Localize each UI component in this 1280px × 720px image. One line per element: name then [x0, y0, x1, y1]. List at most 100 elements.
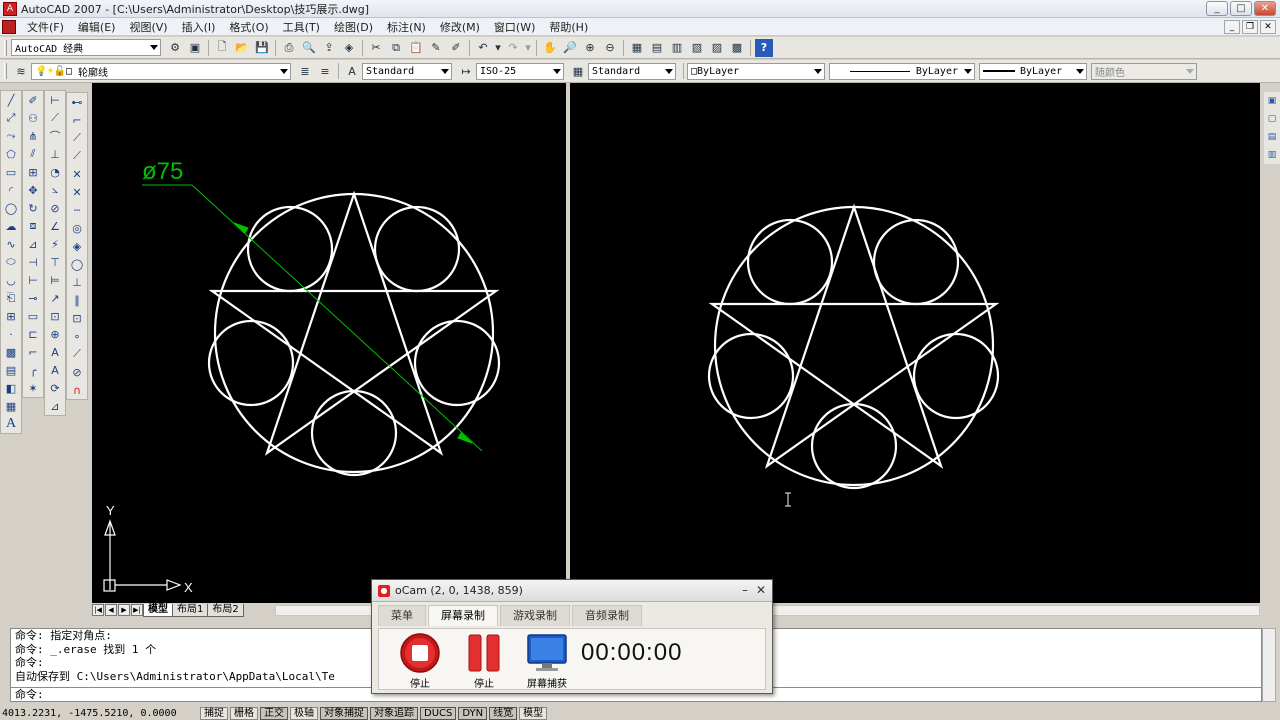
dim-edit-icon[interactable]: A: [46, 343, 64, 361]
snap-tangent-icon[interactable]: ◯: [68, 255, 86, 273]
match-properties-icon[interactable]: ✎: [427, 39, 445, 57]
menu-draw[interactable]: 绘图(D): [327, 19, 380, 35]
copy-icon[interactable]: ⧉: [387, 39, 405, 57]
radius-dim-icon[interactable]: ◔: [46, 163, 64, 181]
otrack-toggle[interactable]: 对象追踪: [370, 706, 418, 720]
rotate-icon[interactable]: ↻: [24, 199, 42, 217]
snap-extension-icon[interactable]: ┄: [68, 201, 86, 219]
array-icon[interactable]: ⊞: [24, 163, 42, 181]
trim-icon[interactable]: ⊣: [24, 253, 42, 271]
color-select[interactable]: □ ByLayer: [687, 62, 825, 80]
autocad-app-icon[interactable]: A: [3, 1, 17, 16]
spline-icon[interactable]: ∿: [2, 235, 20, 253]
text-style-select[interactable]: Standard: [362, 62, 452, 80]
ocam-close-icon[interactable]: ✕: [756, 583, 766, 597]
minimize-button[interactable]: _: [1206, 1, 1228, 16]
erase-icon[interactable]: ✐: [24, 91, 42, 109]
line-icon[interactable]: ╱: [2, 91, 20, 109]
inner-circle[interactable]: [810, 402, 898, 490]
inner-circle[interactable]: [310, 389, 398, 477]
tab-first-icon[interactable]: |◀: [92, 604, 104, 616]
ducs-toggle[interactable]: DUCS: [420, 706, 457, 720]
ocam-tab-audio-record[interactable]: 音频录制: [572, 605, 642, 626]
insert-block-icon[interactable]: ⎗: [2, 289, 20, 307]
open-file-icon[interactable]: 📂: [233, 39, 251, 57]
gradient-icon[interactable]: ▤: [2, 361, 20, 379]
tolerance-icon[interactable]: ⊡: [46, 307, 64, 325]
help-icon[interactable]: ?: [755, 38, 773, 57]
layer-previous-icon[interactable]: ≡: [316, 62, 334, 80]
table-style-icon[interactable]: ▦: [569, 62, 587, 80]
grid-toggle[interactable]: 栅格: [230, 706, 258, 720]
osnap-toggle[interactable]: 对象捕捉: [320, 706, 368, 720]
ocam-pause-button[interactable]: 停止: [459, 633, 509, 690]
snap-apparent-icon[interactable]: ✕: [68, 183, 86, 201]
ellipse-arc-icon[interactable]: ◡: [2, 271, 20, 289]
make-block-icon[interactable]: ⊞: [2, 307, 20, 325]
workspace-select[interactable]: AutoCAD 经典: [11, 39, 161, 56]
maximize-button[interactable]: □: [1230, 1, 1252, 16]
copy-object-icon[interactable]: ⚇: [24, 109, 42, 127]
document-icon[interactable]: [2, 19, 16, 34]
undo-icon[interactable]: ↶: [474, 39, 492, 57]
doc-minimize-button[interactable]: _: [1224, 20, 1240, 34]
snap-quadrant-icon[interactable]: ◈: [68, 237, 86, 255]
properties-icon[interactable]: ▦: [628, 39, 646, 57]
polar-toggle[interactable]: 极轴: [290, 706, 318, 720]
text-style-icon[interactable]: A: [343, 62, 361, 80]
viewport-left[interactable]: ø75 Y X: [92, 83, 566, 603]
quick-dim-icon[interactable]: ⚡: [46, 235, 64, 253]
linear-dim-icon[interactable]: ⊢: [46, 91, 64, 109]
save-file-icon[interactable]: 💾: [253, 39, 271, 57]
snap-center-icon[interactable]: ◎: [68, 219, 86, 237]
tab-prev-icon[interactable]: ◀: [105, 604, 117, 616]
doc-restore-button[interactable]: ❐: [1242, 20, 1258, 34]
jogged-dim-icon[interactable]: ⦣: [46, 181, 64, 199]
snap-from-icon[interactable]: ⌐: [68, 111, 86, 129]
point-icon[interactable]: ·: [2, 325, 20, 343]
break-icon[interactable]: ▭: [24, 307, 42, 325]
explode-icon[interactable]: ✶: [24, 379, 42, 397]
tab-model[interactable]: 模型: [143, 603, 173, 617]
dyn-toggle[interactable]: DYN: [458, 706, 488, 720]
tab-next-icon[interactable]: ▶: [118, 604, 130, 616]
plot-preview-icon[interactable]: 🔍: [300, 39, 318, 57]
zoom-window-icon[interactable]: ⊕: [581, 39, 599, 57]
markup-icon[interactable]: ▨: [708, 39, 726, 57]
menu-view[interactable]: 视图(V): [122, 19, 174, 35]
design-center-icon[interactable]: ▤: [648, 39, 666, 57]
workspace-settings-icon[interactable]: ⚙: [166, 39, 184, 57]
chamfer-icon[interactable]: ⌐: [24, 343, 42, 361]
snap-perpendicular-icon[interactable]: ⊥: [68, 273, 86, 291]
dim-update-icon[interactable]: ⟳: [46, 379, 64, 397]
send-under-icon[interactable]: ▥: [1265, 147, 1279, 163]
snap-nearest-icon[interactable]: ⟋: [68, 345, 86, 363]
center-mark-icon[interactable]: ⊕: [46, 325, 64, 343]
arc-icon[interactable]: ◜: [2, 181, 20, 199]
inner-circle[interactable]: [207, 319, 295, 407]
ocam-title-bar[interactable]: ● oCam (2, 0, 1438, 859) – ✕: [372, 580, 772, 602]
menu-help[interactable]: 帮助(H): [542, 19, 595, 35]
dimension-text[interactable]: ø75: [142, 158, 183, 185]
dim-style-select[interactable]: ISO-25: [476, 62, 564, 80]
snap-insert-icon[interactable]: ⊡: [68, 309, 86, 327]
plot-icon[interactable]: ⎙: [280, 39, 298, 57]
layer-select[interactable]: 💡 ☀ 🔓 □ 轮廓线: [31, 62, 291, 80]
bring-front-icon[interactable]: ▣: [1265, 93, 1279, 109]
scale-icon[interactable]: ⧈: [24, 217, 42, 235]
close-button[interactable]: ✕: [1254, 1, 1276, 16]
hatch-icon[interactable]: ▩: [2, 343, 20, 361]
inner-circle[interactable]: [246, 205, 334, 293]
revision-cloud-icon[interactable]: ☁: [2, 217, 20, 235]
publish-icon[interactable]: ⇪: [320, 39, 338, 57]
menu-dimension[interactable]: 标注(N): [380, 19, 433, 35]
ocam-tab-game-record[interactable]: 游戏录制: [500, 605, 570, 626]
ocam-minimize-icon[interactable]: –: [742, 583, 748, 597]
dim-style-icon[interactable]: ↦: [457, 62, 475, 80]
zoom-realtime-icon[interactable]: 🔎: [561, 39, 579, 57]
move-icon[interactable]: ✥: [24, 181, 42, 199]
lineweight-select[interactable]: ByLayer: [979, 62, 1087, 80]
pan-icon[interactable]: ✋: [541, 39, 559, 57]
inner-circle[interactable]: [373, 205, 461, 293]
stretch-icon[interactable]: ⊿: [24, 235, 42, 253]
